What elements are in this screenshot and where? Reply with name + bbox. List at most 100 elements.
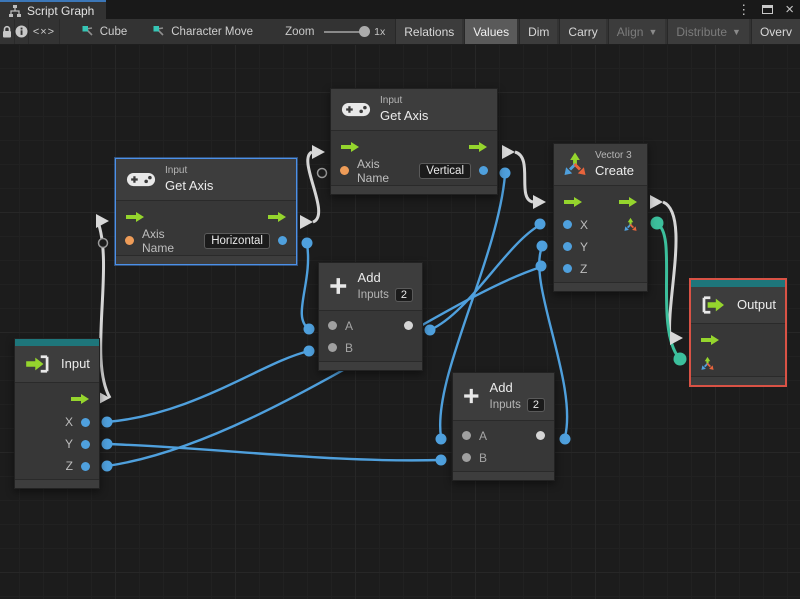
- node-add-top[interactable]: Add Inputs 2 A B: [318, 262, 423, 371]
- port-label: X: [580, 217, 589, 232]
- node-title: Get Axis: [380, 107, 429, 123]
- port-label: Z: [580, 261, 588, 276]
- flow-out-arrow-icon[interactable]: [468, 141, 488, 153]
- node-footer: [691, 376, 785, 385]
- node-kind: Input: [165, 165, 188, 176]
- flow-in-arrow-icon[interactable]: [125, 211, 145, 223]
- graph-toolbar: <×> Cube Character Move Zoom 1x Relation…: [0, 19, 800, 45]
- code-view-button[interactable]: <×>: [29, 19, 60, 44]
- flow-endpoint: [533, 195, 546, 209]
- node-get-axis-vertical[interactable]: Input Get Axis Axis Name Vertical: [330, 88, 498, 195]
- flow-in-row: [691, 328, 785, 352]
- port-row-x: X: [15, 411, 99, 433]
- value-port-icon[interactable]: [462, 431, 471, 441]
- chevron-down-icon: ▼: [732, 26, 741, 37]
- value-endpoint: [499, 167, 511, 179]
- port-row-y: Y: [15, 433, 99, 455]
- inputs-count-field[interactable]: 2: [394, 288, 413, 303]
- value-port-icon[interactable]: [328, 343, 337, 353]
- kebab-menu-icon[interactable]: ⋮: [737, 3, 750, 16]
- value-endpoint: [535, 260, 547, 272]
- toggle-carry[interactable]: Carry: [559, 19, 606, 44]
- flow-endpoint: [650, 195, 663, 209]
- flow-in-arrow-icon[interactable]: [700, 334, 720, 346]
- zoom-slider[interactable]: [324, 26, 371, 37]
- plus-icon: [464, 389, 479, 404]
- tab-script-graph[interactable]: Script Graph: [0, 0, 107, 19]
- unconnected-port-ring: [316, 167, 328, 179]
- close-icon[interactable]: ×: [785, 2, 794, 17]
- node-graph-input[interactable]: Input X Y Z: [14, 338, 100, 489]
- string-port-icon[interactable]: [125, 236, 134, 246]
- tab-bar: Script Graph ⋮ ×: [0, 0, 800, 19]
- port-row-z: Z: [15, 455, 99, 477]
- zoom-slider-handle[interactable]: [359, 26, 371, 37]
- wire-flow-vertical-to-vector3: [514, 150, 534, 204]
- vector-in-row: [691, 352, 785, 374]
- flow-out-arrow-icon[interactable]: [70, 393, 90, 405]
- port-label: B: [479, 450, 488, 465]
- zoom-value: 1x: [374, 25, 386, 38]
- float-out-port-icon[interactable]: [81, 417, 90, 427]
- value-endpoint: [101, 416, 113, 428]
- info-icon: [15, 25, 28, 38]
- axis-name-field[interactable]: Horizontal: [204, 232, 270, 249]
- flow-out-row: [15, 387, 99, 411]
- value-port-icon[interactable]: [462, 453, 471, 463]
- breadcrumb-cube[interactable]: Cube: [76, 25, 134, 38]
- lock-button[interactable]: [0, 19, 15, 44]
- dropdown-align[interactable]: Align ▼: [607, 19, 666, 44]
- string-port-icon[interactable]: [340, 166, 349, 176]
- value-port-icon[interactable]: [328, 321, 337, 331]
- toggle-dim[interactable]: Dim: [519, 19, 558, 44]
- axis-name-row: Axis Name Horizontal: [116, 227, 296, 255]
- float-port-icon[interactable]: [563, 242, 572, 252]
- wire-add1-to-vector3-x: [429, 223, 541, 332]
- flow-in-arrow-icon[interactable]: [340, 141, 360, 153]
- flow-endpoint: [96, 214, 109, 228]
- wire-vector3-to-output-value: [656, 222, 681, 359]
- axis-name-row: Axis Name Vertical: [331, 157, 497, 185]
- toggle-values[interactable]: Values: [464, 19, 518, 44]
- float-port-icon[interactable]: [563, 264, 572, 274]
- io-titlebar: [15, 339, 99, 346]
- node-title: Input: [61, 355, 90, 371]
- toggle-overview[interactable]: Overv: [750, 19, 800, 44]
- node-add-bottom[interactable]: Add Inputs 2 A B: [452, 372, 555, 481]
- float-out-port-icon[interactable]: [81, 439, 90, 449]
- port-row-x: X: [554, 214, 647, 236]
- inputs-label: Inputs: [489, 399, 521, 412]
- vector3-out-port-icon[interactable]: [623, 217, 638, 232]
- node-title: Create: [595, 162, 635, 178]
- float-port-icon[interactable]: [563, 220, 572, 230]
- graph-node-icon: [82, 26, 93, 36]
- result-out-port-icon[interactable]: [536, 431, 545, 441]
- breadcrumb-character-move[interactable]: Character Move: [147, 25, 259, 38]
- flow-in-arrow-icon[interactable]: [563, 196, 583, 208]
- toggle-relations[interactable]: Relations: [395, 19, 463, 44]
- flow-out-arrow-icon[interactable]: [618, 196, 638, 208]
- node-footer: [453, 470, 554, 480]
- node-get-axis-horizontal[interactable]: Input Get Axis Axis Name Horizontal: [115, 158, 297, 265]
- info-button[interactable]: [15, 19, 30, 44]
- dropdown-distribute[interactable]: Distribute ▼: [667, 19, 749, 44]
- graph-canvas[interactable]: Input Get Axis Axis Name Vertical Input …: [0, 45, 800, 599]
- result-out-port-icon[interactable]: [404, 321, 413, 331]
- port-label: A: [479, 428, 488, 443]
- flow-endpoint: [670, 331, 683, 345]
- input-unit-icon: [26, 355, 49, 373]
- float-out-port-icon[interactable]: [278, 236, 287, 246]
- inputs-count-field[interactable]: 2: [526, 398, 545, 413]
- vector3-in-port-icon[interactable]: [700, 356, 715, 371]
- node-footer: [554, 281, 647, 291]
- axis-name-field[interactable]: Vertical: [419, 162, 471, 179]
- value-endpoint: [534, 218, 546, 230]
- node-kind: Input: [380, 95, 403, 106]
- flow-out-arrow-icon[interactable]: [267, 211, 287, 223]
- wire-input-x-to-add1-b: [106, 349, 310, 424]
- float-out-port-icon[interactable]: [479, 166, 488, 176]
- node-vector3-create[interactable]: Vector 3 Create X Y Z: [553, 143, 648, 292]
- node-graph-output[interactable]: Output: [690, 279, 786, 386]
- float-out-port-icon[interactable]: [81, 461, 90, 471]
- maximize-icon[interactable]: [762, 5, 774, 14]
